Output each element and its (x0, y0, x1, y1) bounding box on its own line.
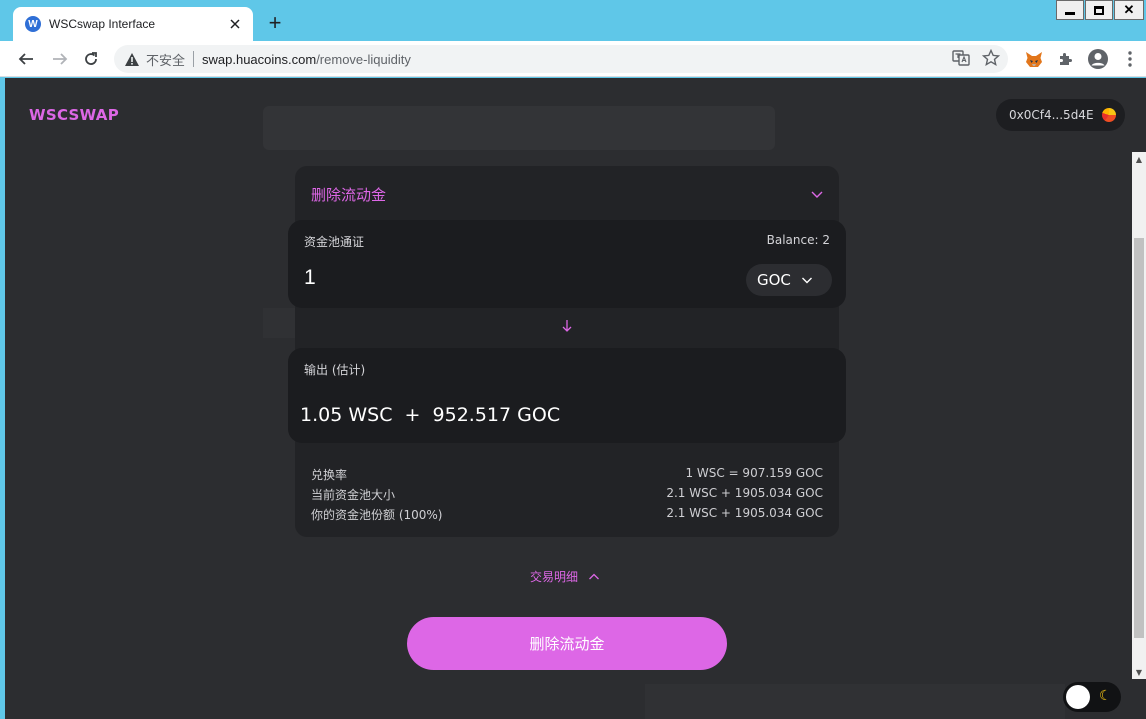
page-viewport: WSCSWAP 0x0Cf4...5d4E ▲ ▼ 删除流动金 资金池通证 Ba… (5, 78, 1146, 719)
metamask-fox-icon[interactable] (1018, 47, 1050, 71)
omnibox-actions (952, 48, 1001, 71)
tab-title: WSCswap Interface (49, 17, 156, 31)
amount-input[interactable] (304, 266, 604, 290)
chevron-down-icon[interactable] (809, 186, 825, 202)
theme-toggle[interactable]: ☾ (1063, 682, 1121, 712)
liquidity-token-panel: 资金池通证 Balance: 2 GOC (288, 220, 846, 308)
wscswap-favicon-icon: W (25, 16, 41, 32)
forward-arrow-icon (53, 53, 68, 65)
address-bar[interactable]: 不安全 swap.huacoins.com/remove-liquidity (114, 45, 1008, 73)
browser-tab-strip: W WSCswap Interface + ✕ (0, 0, 1146, 41)
chevron-up-icon (589, 573, 599, 579)
pool-size-row: 当前资金池大小 2.1 WSC + 1905.034 GOC (311, 486, 823, 503)
toggle-knob (1066, 685, 1090, 709)
back-arrow-icon (18, 53, 33, 65)
extensions-puzzle-icon[interactable] (1050, 47, 1082, 71)
background-shape (645, 684, 1065, 719)
trade-details-label: 交易明细 (530, 570, 579, 584)
output-panel: 输出 (估计) 1.05 WSC + 952.517 GOC (288, 348, 846, 443)
chevron-down-icon (801, 277, 812, 284)
maximize-button[interactable] (1085, 0, 1113, 20)
reload-icon (85, 52, 97, 65)
back-button[interactable] (14, 47, 38, 71)
new-tab-button[interactable]: + (262, 12, 288, 36)
scroll-down-icon[interactable]: ▼ (1132, 665, 1146, 679)
balance-label: Balance: 2 (766, 233, 830, 247)
info-value: 2.1 WSC + 1905.034 GOC (666, 506, 823, 520)
tab-close-icon[interactable] (225, 14, 245, 34)
maximize-icon (1094, 5, 1104, 15)
minimize-icon (1065, 11, 1075, 15)
browser-toolbar: 不安全 swap.huacoins.com/remove-liquidity (0, 41, 1146, 77)
info-value: 1 WSC = 907.159 GOC (685, 466, 823, 480)
chrome-menu-icon[interactable] (1114, 47, 1146, 71)
wallet-address: 0x0Cf4...5d4E (1009, 108, 1094, 122)
scroll-up-icon[interactable]: ▲ (1132, 152, 1146, 166)
security-status: 不安全 (146, 53, 186, 69)
card-title[interactable]: 删除流动金 (311, 184, 386, 205)
info-value: 2.1 WSC + 1905.034 GOC (666, 486, 823, 500)
info-label: 你的资金池份额 (100%) (311, 508, 443, 522)
info-label: 当前资金池大小 (311, 488, 396, 502)
page-scrollbar[interactable]: ▲ ▼ (1132, 152, 1146, 679)
wallet-identicon-icon (1101, 108, 1116, 122)
url-path: /remove-liquidity (316, 51, 411, 67)
extension-area (1018, 47, 1146, 71)
token-select[interactable]: GOC (746, 264, 832, 296)
pool-share-row: 你的资金池份额 (100%) 2.1 WSC + 1905.034 GOC (311, 506, 823, 523)
info-label: 兑换率 (311, 468, 348, 482)
moon-icon: ☾ (1099, 688, 1112, 704)
token-label: GOC (757, 271, 791, 289)
remove-liquidity-button[interactable]: 删除流动金 (407, 617, 727, 670)
background-shape (263, 106, 775, 150)
translate-icon[interactable] (952, 49, 970, 71)
warning-icon[interactable] (124, 51, 140, 67)
trade-details-toggle[interactable]: 交易明细 (530, 568, 600, 585)
arrow-down-icon (562, 320, 572, 332)
omnibox-divider (193, 51, 195, 67)
window-controls: ✕ (1055, 0, 1144, 20)
browser-tab[interactable]: W WSCswap Interface (13, 7, 253, 41)
reload-button[interactable] (79, 47, 103, 71)
pool-token-label: 资金池通证 (304, 235, 365, 249)
scroll-thumb[interactable] (1134, 238, 1144, 638)
url-text: swap.huacoins.com/remove-liquidity (202, 52, 411, 67)
url-host: swap.huacoins.com (202, 51, 317, 67)
wallet-button[interactable]: 0x0Cf4...5d4E (996, 99, 1125, 131)
bookmark-star-icon[interactable] (981, 48, 1001, 71)
output-label: 输出 (估计) (304, 363, 366, 377)
close-icon: ✕ (1123, 2, 1135, 17)
app-logo[interactable]: WSCSWAP (29, 106, 119, 124)
output-value: 1.05 WSC + 952.517 GOC (300, 404, 561, 426)
forward-button[interactable] (48, 47, 72, 71)
profile-avatar-icon[interactable] (1082, 47, 1114, 71)
exchange-rate-row: 兑换率 1 WSC = 907.159 GOC (311, 466, 823, 483)
close-window-button[interactable]: ✕ (1114, 0, 1144, 20)
minimize-button[interactable] (1056, 0, 1084, 20)
